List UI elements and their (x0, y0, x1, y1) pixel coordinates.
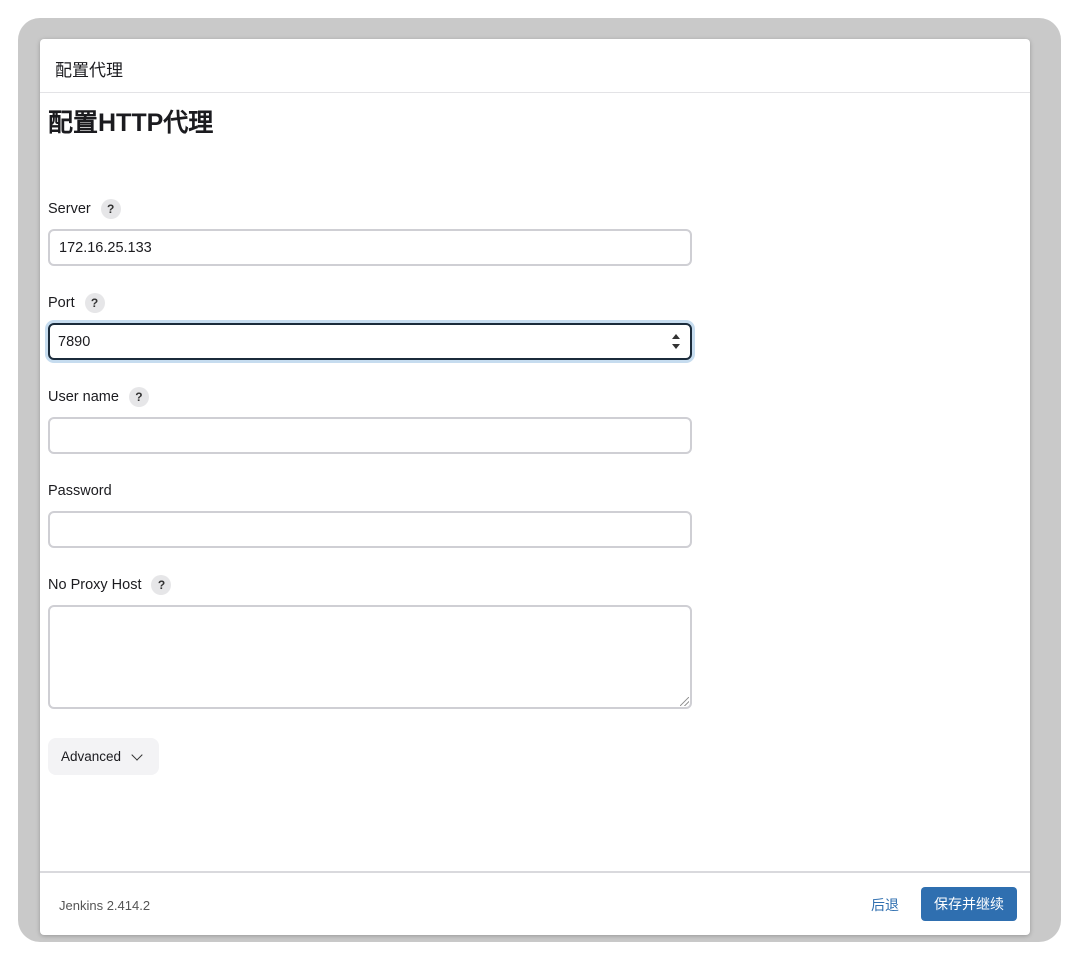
username-label-row: User name ? (48, 387, 149, 407)
no-proxy-host-help-icon[interactable]: ? (151, 575, 172, 595)
resize-handle-icon[interactable] (680, 697, 689, 706)
port-input[interactable] (50, 325, 650, 358)
setup-dialog: 配置代理 配置HTTP代理 Server ? Port ? User name … (40, 39, 1030, 935)
port-label-row: Port ? (48, 293, 105, 313)
chevron-down-icon (131, 748, 143, 761)
spinner-up-icon[interactable] (672, 334, 680, 339)
version-text: Jenkins 2.414.2 (59, 898, 151, 913)
no-proxy-host-textarea[interactable] (48, 605, 692, 709)
spinner-icon[interactable] (670, 334, 682, 349)
page-title: 配置HTTP代理 (48, 109, 214, 137)
no-proxy-host-label: No Proxy Host (48, 577, 142, 593)
spinner-down-icon[interactable] (672, 344, 680, 349)
password-label: Password (48, 483, 112, 499)
no-proxy-host-label-row: No Proxy Host ? (48, 575, 172, 595)
advanced-button[interactable]: Advanced (48, 738, 159, 775)
port-field (48, 323, 692, 360)
server-label-row: Server ? (48, 199, 121, 219)
dialog-title: 配置代理 (55, 61, 123, 80)
username-help-icon[interactable]: ? (128, 387, 149, 407)
dialog-header: 配置代理 (40, 39, 1030, 93)
server-help-icon[interactable]: ? (100, 199, 121, 219)
dialog-footer: Jenkins 2.414.2 后退 保存并继续 (40, 871, 1030, 935)
server-label: Server (48, 201, 91, 217)
dialog-content: 配置HTTP代理 Server ? Port ? User name ? Pas (48, 93, 1022, 871)
back-button[interactable]: 后退 (871, 895, 899, 915)
port-label: Port (48, 295, 75, 311)
username-label: User name (48, 389, 119, 405)
password-label-row: Password (48, 483, 112, 499)
advanced-label: Advanced (61, 749, 122, 764)
save-and-continue-button[interactable]: 保存并继续 (921, 887, 1017, 921)
server-input[interactable] (48, 229, 692, 266)
username-input[interactable] (48, 417, 692, 454)
port-help-icon[interactable]: ? (84, 293, 105, 313)
password-input[interactable] (48, 511, 692, 548)
